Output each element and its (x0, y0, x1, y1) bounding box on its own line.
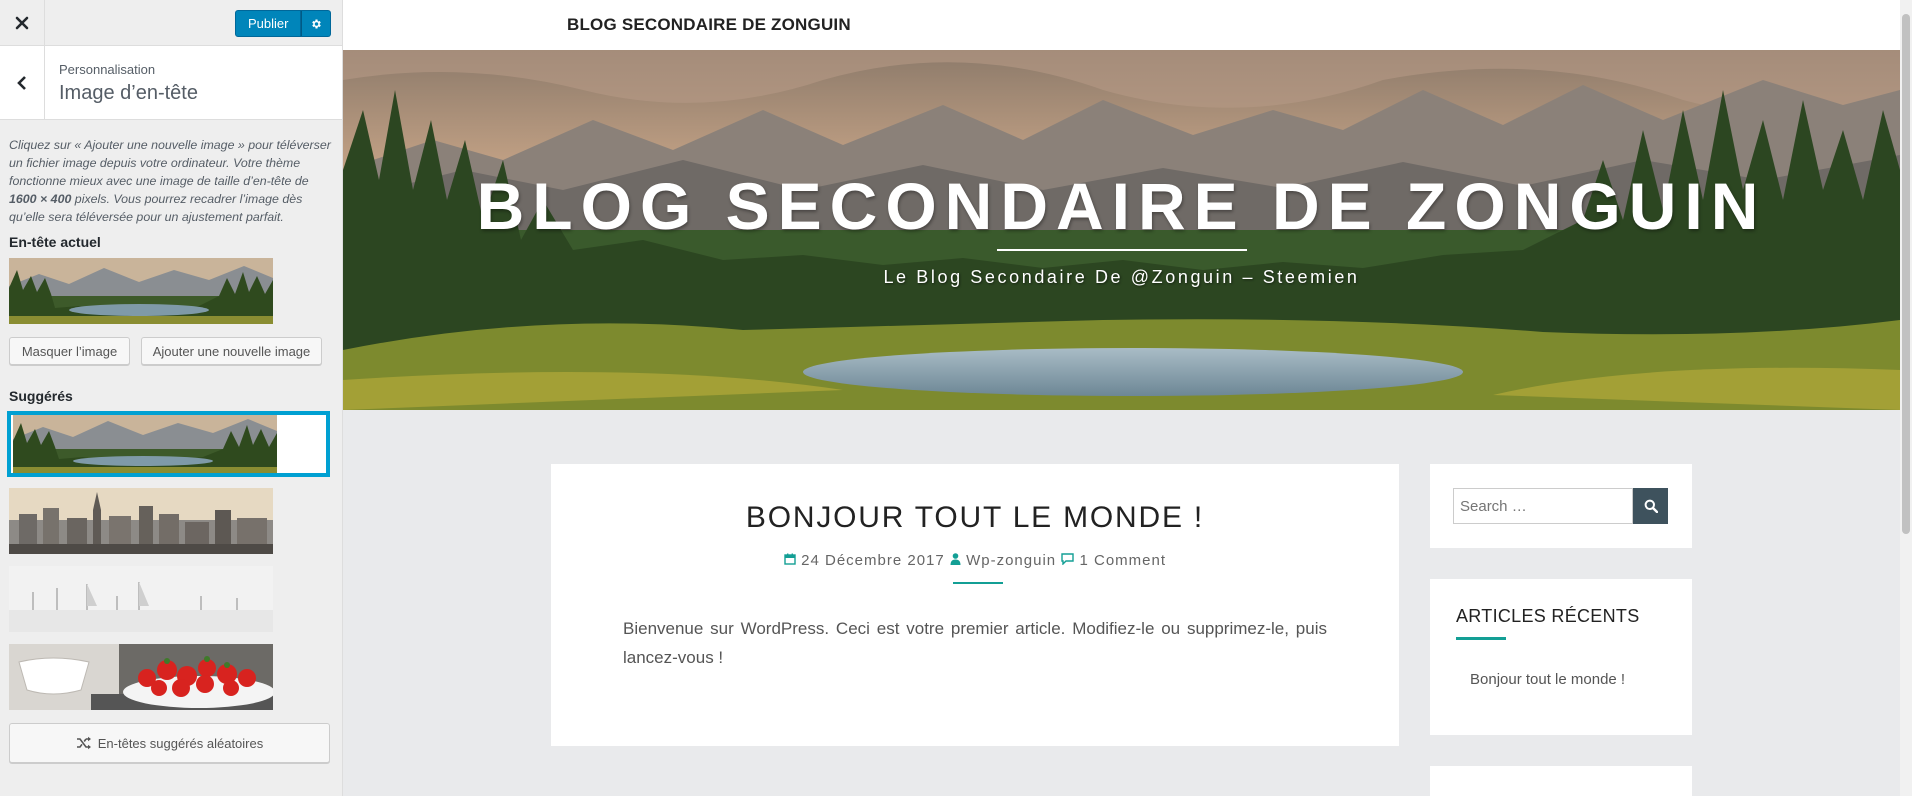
current-header-thumbnail (9, 258, 273, 324)
suggested-header-3[interactable] (9, 566, 273, 632)
post-title[interactable]: BONJOUR TOUT LE MONDE ! (551, 501, 1399, 535)
user-icon (950, 553, 961, 565)
current-header-label: En-tête actuel (9, 234, 101, 250)
back-button[interactable] (0, 46, 45, 120)
recent-posts-title: ARTICLES RÉCENTS (1456, 606, 1640, 626)
recent-post-link[interactable]: Bonjour tout le monde ! (1470, 671, 1625, 688)
publish-button[interactable]: Publier (235, 10, 302, 37)
chevron-left-icon (17, 76, 26, 90)
section-header: Personnalisation Image d’en-tête (0, 46, 342, 120)
hero-tagline: Le Blog Secondaire De @Zonguin – Steemie… (883, 267, 1360, 287)
add-new-image-button[interactable]: Ajouter une nouvelle image (141, 337, 322, 365)
next-widget (1430, 766, 1692, 796)
post-author[interactable]: Wp-zonguin (966, 552, 1056, 569)
suggested-label: Suggérés (9, 388, 73, 404)
comments-icon (1061, 553, 1075, 566)
recent-posts-underline (1456, 637, 1506, 640)
suggested-header-2[interactable] (9, 488, 273, 554)
post-card: BONJOUR TOUT LE MONDE ! 24 Décembre 2017… (551, 464, 1399, 746)
customizer-panel: Publier Personnalisation Image d’en-tête… (0, 0, 343, 796)
post-title-underline (953, 582, 1003, 584)
suggested-header-4[interactable] (9, 644, 273, 710)
search-widget (1430, 464, 1692, 548)
breadcrumb: Personnalisation (59, 62, 156, 77)
calendar-icon (784, 553, 796, 565)
hero-divider (997, 249, 1247, 251)
site-topbar: BLOG SECONDAIRE DE ZONGUIN (343, 0, 1900, 50)
section-title: Image d’en-tête (59, 82, 198, 104)
close-icon (15, 16, 29, 30)
app-root: Publier Personnalisation Image d’en-tête… (0, 0, 1912, 796)
random-suggested-headers-button[interactable]: En-têtes suggérés aléatoires (9, 723, 330, 763)
preview-scrollbar[interactable] (1900, 0, 1912, 796)
hero-title: BLOG SECONDAIRE DE ZONGUIN (476, 169, 1767, 243)
scrollbar-thumb[interactable] (1902, 14, 1910, 534)
header-image-help-text: Cliquez sur « Ajouter une nouvelle image… (9, 138, 331, 224)
customizer-header: Publier (0, 0, 342, 46)
hide-image-button[interactable]: Masquer l’image (9, 337, 130, 365)
close-customizer-button[interactable] (0, 0, 45, 46)
random-headers-label: En-têtes suggérés aléatoires (97, 735, 264, 751)
header-image: BLOG SECONDAIRE DE ZONGUIN Le Blog Secon… (343, 50, 1900, 410)
suggested-header-1[interactable] (7, 411, 330, 477)
post-date[interactable]: 24 Décembre 2017 (801, 552, 945, 569)
publish-settings-button[interactable] (301, 10, 332, 37)
site-title-link[interactable]: BLOG SECONDAIRE DE ZONGUIN (567, 15, 851, 35)
search-icon (1644, 499, 1658, 513)
gear-icon (312, 19, 322, 28)
search-input[interactable] (1453, 488, 1633, 524)
shuffle-icon (76, 736, 91, 750)
post-comments-link[interactable]: 1 Comment (1079, 552, 1166, 569)
post-content: Bienvenue sur WordPress. Ceci est votre … (623, 619, 1327, 667)
site-preview: BLOG SECONDAIRE DE ZONGUIN BLOG SECONDAI… (343, 0, 1900, 796)
search-button[interactable] (1633, 488, 1668, 524)
recent-posts-widget: ARTICLES RÉCENTS Bonjour tout le monde ! (1430, 579, 1692, 735)
post-meta: 24 Décembre 2017 Wp-zonguin 1 Comment (551, 552, 1399, 569)
publish-group: Publier (235, 10, 332, 37)
